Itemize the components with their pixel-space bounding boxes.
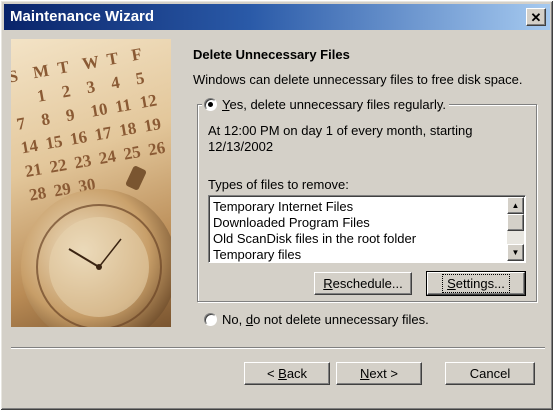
calendar-number: 21: [24, 159, 44, 181]
list-item[interactable]: Old ScanDisk files in the root folder: [213, 231, 416, 247]
calendar-stopwatch-illustration: S M T W T F 1 2 3 4 5 7 8 9 10 11 12 14 15 16 17 18 19 21 22 23 24…: [11, 39, 171, 327]
back-button[interactable]: < Back: [244, 362, 330, 385]
calendar-number: S: [11, 66, 19, 86]
calendar-number: 1: [36, 86, 48, 106]
list-item[interactable]: Temporary Internet Files: [213, 199, 416, 215]
title-bar[interactable]: Maintenance Wizard ✕: [4, 4, 550, 30]
calendar-number: M: [31, 61, 50, 82]
radio-no-indicator[interactable]: [204, 313, 217, 326]
calendar-number: 23: [73, 151, 93, 173]
calendar-number: 5: [134, 68, 146, 88]
schedule-text: At 12:00 PM on day 1 of every month, sta…: [208, 123, 528, 155]
arrow-up-icon: ▲: [511, 201, 520, 210]
list-scrollbar[interactable]: ▲ ▼: [507, 197, 524, 261]
list-item[interactable]: Downloaded Program Files: [213, 215, 416, 231]
calendar-number: 10: [89, 99, 109, 121]
maintenance-wizard-window: Maintenance Wizard ✕ S M T W T F 1 2 3 4 5 7 8 9 10 11 1…: [0, 0, 554, 411]
calendar-number: 26: [147, 138, 167, 160]
close-button[interactable]: ✕: [526, 8, 546, 26]
scroll-up-button[interactable]: ▲: [507, 197, 524, 214]
scroll-down-button[interactable]: ▼: [507, 244, 524, 261]
calendar-number: 24: [97, 146, 118, 168]
cancel-button[interactable]: Cancel: [445, 362, 535, 385]
settings-button[interactable]: Settings...: [426, 271, 526, 296]
radio-yes-indicator[interactable]: [204, 98, 217, 111]
page-description: Windows can delete unnecessary files to …: [193, 72, 523, 87]
reschedule-button[interactable]: Reschedule...: [314, 272, 412, 295]
calendar-number: 22: [48, 155, 68, 177]
radio-yes-delete[interactable]: Yes, delete unnecessary files regularly.: [202, 97, 450, 112]
calendar-number: 19: [142, 114, 162, 136]
calendar-number: 2: [60, 81, 72, 101]
calendar-number: T: [56, 57, 71, 78]
calendar-number: T: [105, 48, 120, 69]
calendar-number: W: [81, 52, 101, 74]
file-types-items: Temporary Internet Files Downloaded Progr…: [213, 199, 416, 262]
schedule-line-1: At 12:00 PM on day 1 of every month, sta…: [208, 123, 473, 138]
calendar-number: 9: [64, 105, 76, 125]
calendar-number: 3: [85, 77, 97, 97]
window-title: Maintenance Wizard: [10, 8, 155, 25]
calendar-illustration: S M T W T F1 2 3 4 57 8 9 10 11 1214 15 16 17 18 1921 22 23 24…: [11, 44, 171, 327]
calendar-number: 25: [122, 142, 142, 164]
calendar-number: F: [130, 44, 144, 65]
calendar-number: 18: [118, 118, 138, 140]
calendar-number: 16: [69, 127, 89, 149]
list-item[interactable]: Temporary files: [213, 247, 416, 262]
page-heading: Delete Unnecessary Files: [193, 47, 350, 62]
calendar-number: 12: [138, 90, 158, 112]
radio-no-label: No, do not delete unnecessary files.: [222, 312, 429, 327]
radio-yes-label: Yes, delete unnecessary files regularly.: [222, 97, 447, 112]
calendar-number: 14: [19, 136, 40, 158]
calendar-number: 28: [28, 183, 48, 205]
calendar-number: 11: [114, 95, 133, 117]
calendar-number: 15: [44, 131, 64, 153]
footer-separator: [11, 347, 545, 349]
types-label: Types of files to remove:: [208, 177, 349, 192]
arrow-down-icon: ▼: [511, 248, 520, 257]
next-button[interactable]: Next >: [336, 362, 422, 385]
scroll-thumb[interactable]: [507, 214, 524, 231]
calendar-number: 8: [40, 109, 52, 129]
close-icon: ✕: [530, 9, 542, 25]
radio-no-delete[interactable]: No, do not delete unnecessary files.: [202, 312, 432, 327]
schedule-line-2: 12/13/2002: [208, 139, 274, 154]
calendar-number: 17: [93, 123, 114, 145]
calendar-number: 4: [109, 73, 121, 93]
file-types-list[interactable]: Temporary Internet Files Downloaded Progr…: [208, 195, 526, 263]
calendar-number: 7: [15, 114, 27, 134]
